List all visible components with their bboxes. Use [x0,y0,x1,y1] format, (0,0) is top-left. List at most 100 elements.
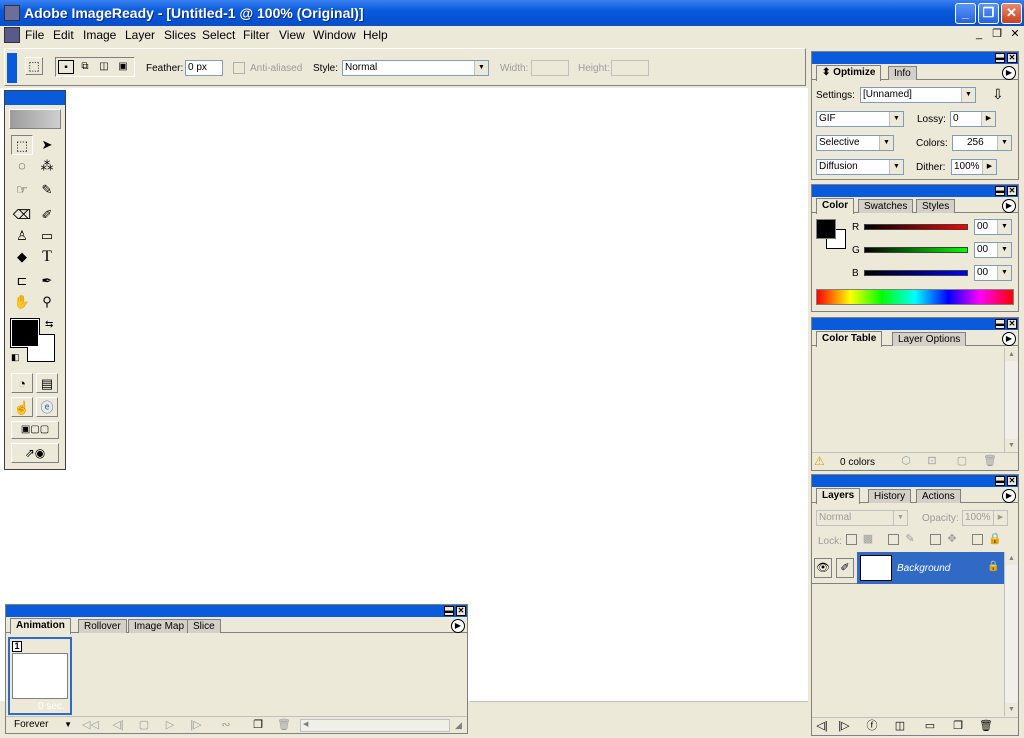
menu-file[interactable]: File [25,28,44,42]
blue-slider[interactable] [864,270,968,276]
layer-mask-icon[interactable]: ◫ [892,719,908,735]
next-state-icon[interactable]: |▷ [836,719,852,735]
optimize-menu-icon[interactable]: ⇩ [992,86,1004,103]
menu-image[interactable]: Image [83,28,116,42]
scroll-down-icon[interactable]: ▼ [1005,703,1018,716]
frames-scrollbar[interactable]: ◀ [300,719,450,732]
animation-panel-title[interactable]: ▬ ✕ [6,605,467,617]
chevron-down-icon[interactable]: ▼ [997,220,1011,234]
close-button[interactable]: ✕ [1001,3,1022,24]
green-slider[interactable] [864,247,968,253]
layers-scrollbar[interactable]: ▲ ▼ [1004,552,1018,716]
panel-menu-icon[interactable]: ▶ [451,619,465,633]
clone-stamp-icon[interactable]: ♙ [11,226,33,246]
minimize-icon[interactable]: ▬ [995,476,1005,486]
new-folder-icon[interactable]: ▭ [922,719,938,735]
mdi-minimize-button[interactable]: _ [972,28,986,42]
tab-animation[interactable]: Animation [10,618,71,634]
subtract-selection-icon[interactable]: ◫ [96,60,112,74]
zoom-tool-icon[interactable]: ⚲ [36,292,58,312]
close-icon[interactable]: ✕ [1007,53,1017,63]
crop-tool-icon[interactable]: ⊏ [11,271,33,291]
chevron-right-icon[interactable]: ▶ [982,160,996,174]
add-selection-icon[interactable]: ⧉ [77,60,93,74]
tab-layers[interactable]: Layers [816,488,861,504]
minimize-icon[interactable]: ▬ [995,319,1005,329]
image-map-visibility-icon[interactable]: ▤ [36,373,58,393]
screen-mode-icon[interactable]: ▣▢▢ [11,421,59,439]
play-icon[interactable]: ▷ [162,718,178,734]
hand-tool-icon[interactable]: ✋ [11,292,33,312]
lock-position-checkbox[interactable] [930,534,941,545]
panel-menu-icon[interactable]: ▶ [1002,332,1016,346]
panel-menu-icon[interactable]: ▶ [1002,489,1016,503]
minimize-icon[interactable]: ▬ [444,606,454,616]
tab-color[interactable]: Color [816,198,855,214]
restore-button[interactable]: ❐ [978,3,999,24]
chevron-down-icon[interactable]: ▼ [474,61,488,75]
color-panel-title[interactable]: ▬ ✕ [812,185,1018,197]
toggle-slices-icon[interactable]: ◔ [11,373,33,393]
menu-layer[interactable]: Layer [125,28,155,42]
slice-tool-icon[interactable]: ☞ [11,180,33,200]
tab-image-map[interactable]: Image Map [128,619,191,633]
lock-all-checkbox[interactable] [972,534,983,545]
tab-optimize[interactable]: ⬍ Optimize [816,65,882,81]
default-colors-icon[interactable]: ◧ [11,352,20,363]
tab-info[interactable]: Info [888,66,917,80]
eraser-tool-icon[interactable]: ⌫ [11,205,33,225]
marquee-tool-icon[interactable]: ⬚ [25,57,43,75]
close-icon[interactable]: ✕ [456,606,466,616]
lock-transparency-checkbox[interactable] [846,534,857,545]
swap-colors-icon[interactable]: ⇆ [45,319,53,330]
magic-wand-icon[interactable]: ⁂ [36,156,58,176]
lock-color-icon[interactable]: ⊡ [924,454,940,470]
trash-icon[interactable]: 🗑 [978,719,994,735]
blue-input[interactable]: 00 ▼ [974,265,1012,281]
color-ramp[interactable] [816,289,1014,305]
trash-icon[interactable]: 🗑 [276,718,292,734]
minimize-button[interactable]: _ [955,3,976,24]
lossy-input[interactable]: 0 ▶ [950,111,996,127]
move-tool-icon[interactable]: ➤ [36,135,58,155]
red-slider[interactable] [864,224,968,230]
foreground-color-swatch[interactable] [816,219,836,239]
loop-select[interactable]: Forever ▼ [10,719,74,732]
next-frame-icon[interactable]: |▷ [188,718,204,734]
previous-state-icon[interactable]: ◁| [814,719,830,735]
chevron-down-icon[interactable]: ▼ [997,136,1011,150]
settings-select[interactable]: [Unnamed] ▼ [860,87,976,103]
slice-select-icon[interactable]: ✎ [36,180,58,200]
style-select[interactable]: Normal ▼ [342,60,489,76]
animation-frame[interactable]: 1 0 sec. [8,637,72,715]
new-selection-icon[interactable]: ▪ [58,60,74,74]
tab-color-table[interactable]: Color Table [816,331,883,347]
scroll-left-icon[interactable]: ◀ [303,720,308,728]
chevron-down-icon[interactable]: ▼ [889,160,903,174]
panel-menu-icon[interactable]: ▶ [1002,199,1016,213]
tab-rollover[interactable]: Rollover [78,619,127,633]
chevron-down-icon[interactable]: ▼ [64,719,72,731]
toolbox-title-bar[interactable] [5,91,65,105]
close-icon[interactable]: ✕ [1007,186,1017,196]
tab-history[interactable]: History [868,489,912,503]
scroll-up-icon[interactable]: ▲ [1005,348,1018,361]
chevron-down-icon[interactable]: ▼ [997,266,1011,280]
menu-edit[interactable]: Edit [53,28,74,42]
mdi-close-button[interactable]: ✕ [1008,28,1022,42]
colors-input[interactable]: 256 ▼ [952,135,1012,151]
new-layer-icon[interactable]: ❐ [950,719,966,735]
tab-layer-options[interactable]: Layer Options [892,332,967,346]
web-shift-icon[interactable]: ⬡ [898,454,914,470]
tab-actions[interactable]: Actions [916,489,961,503]
chevron-down-icon[interactable]: ▼ [879,136,893,150]
eyedropper-icon[interactable]: ✒ [36,271,58,291]
layer-row[interactable]: 👁 ✐ Background 🔒 [812,552,1004,584]
stop-icon[interactable]: ▢ [136,718,152,734]
first-frame-icon[interactable]: ◁◁ [82,718,99,734]
blend-mode-select[interactable]: Normal ▼ [816,510,908,526]
layers-panel-title[interactable]: ▬ ✕ [812,475,1018,487]
app-icon[interactable] [4,5,20,21]
rollover-preview-icon[interactable]: ☝ [11,397,33,417]
document-icon[interactable] [4,27,20,43]
